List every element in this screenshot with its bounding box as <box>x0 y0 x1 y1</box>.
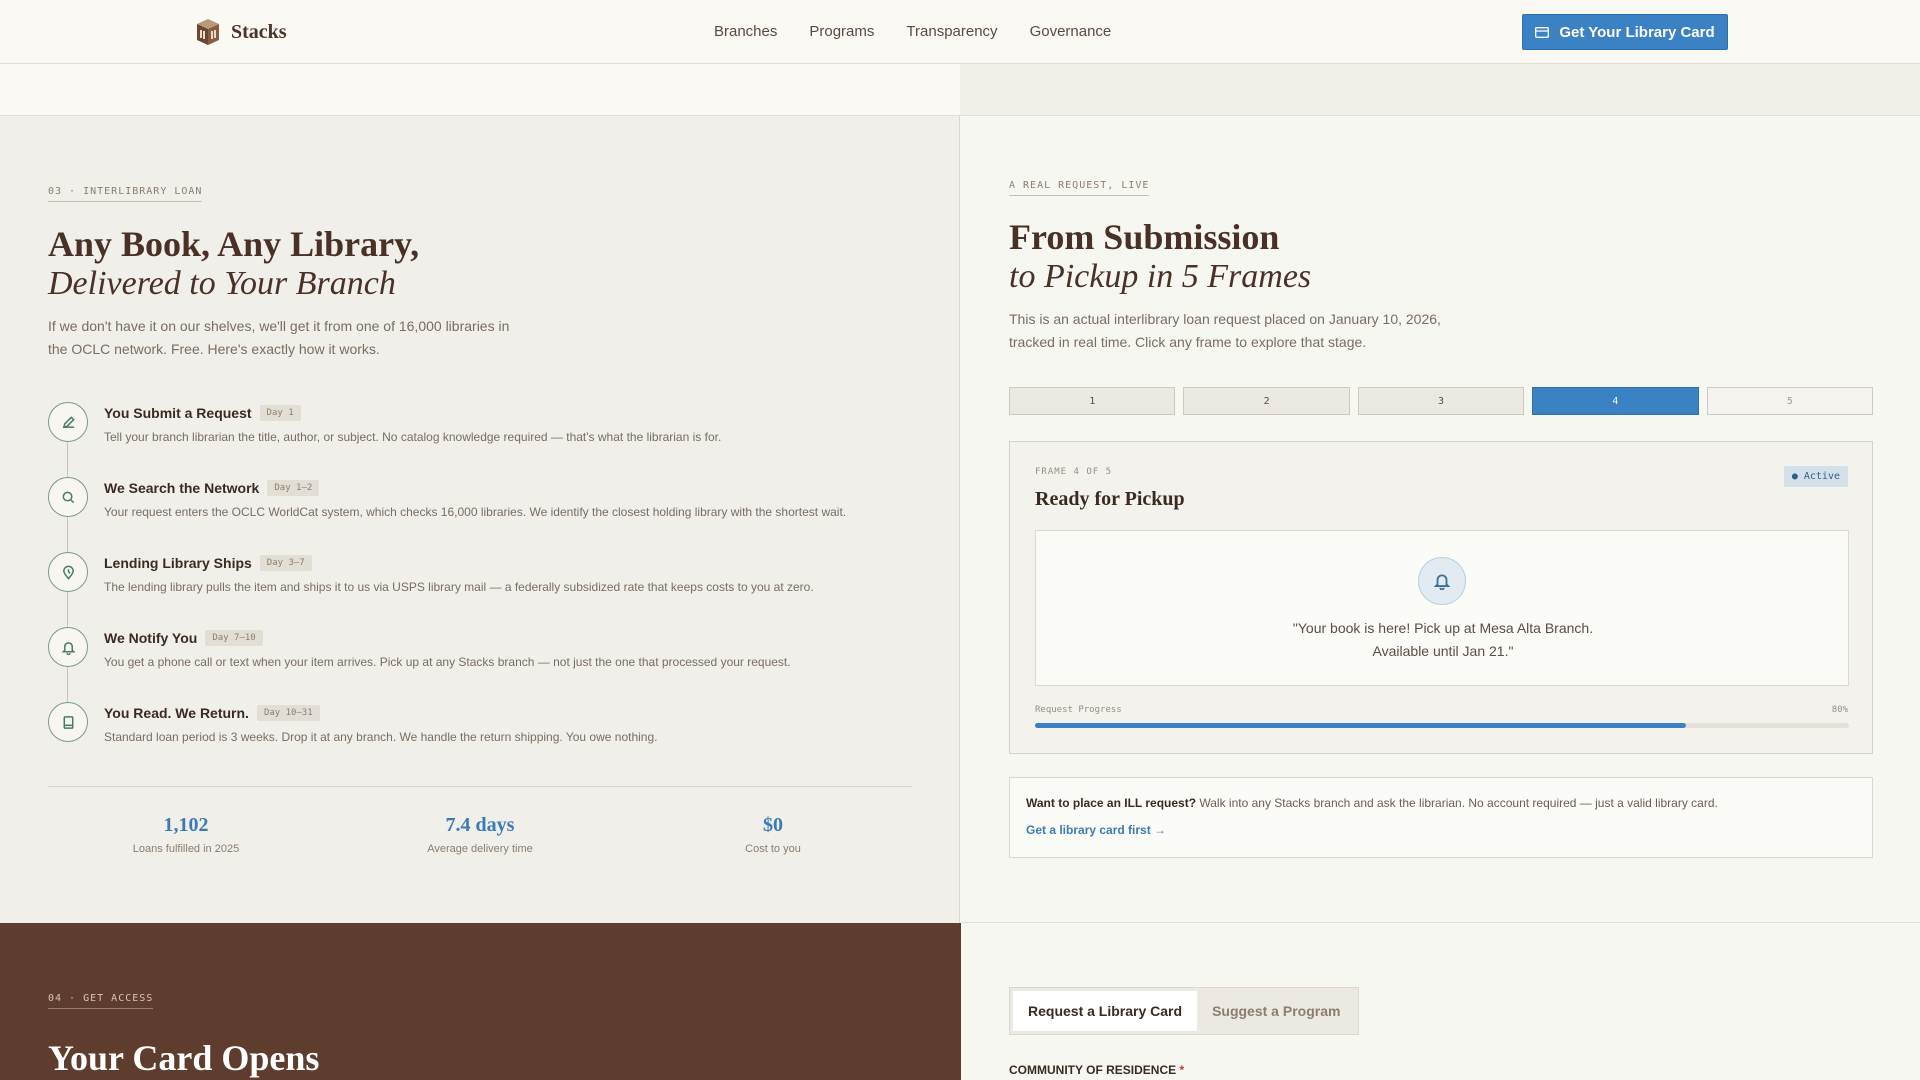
step-title: You Read. We Return. <box>104 705 249 721</box>
search-icon <box>48 477 88 517</box>
step-title: We Search the Network <box>104 480 260 496</box>
step-search-network: We Search the Network Day 1–2 Your reques… <box>48 477 908 552</box>
step-description: Your request enters the OCLC WorldCat sy… <box>104 505 847 519</box>
progress-fill <box>1035 723 1687 728</box>
section-eyebrow: A REAL REQUEST, LIVE <box>1009 180 1150 196</box>
step-title: You Submit a Request <box>104 405 252 421</box>
community-of-residence-label: COMMUNITY OF RESIDENCE * <box>1009 1063 1184 1077</box>
bell-icon <box>1418 557 1466 605</box>
section-subtitle: to Pickup in 5 Frames <box>1009 258 1312 295</box>
step-description: You get a phone call or text when your i… <box>104 655 791 669</box>
stat-value: 1,102 <box>163 814 209 836</box>
step-connector <box>67 442 68 477</box>
bell-icon <box>48 627 88 667</box>
step-description: Standard loan period is 3 weeks. Drop it… <box>104 730 658 744</box>
library-box-icon <box>197 19 219 45</box>
section-intro: This is an actual interlibrary loan requ… <box>1009 311 1441 350</box>
frame-button-5[interactable]: 5 <box>1706 387 1874 415</box>
stat-cost: $0 Cost to you <box>653 814 893 855</box>
nav-link-governance[interactable]: Governance <box>1030 23 1112 40</box>
interlibrary-loan-section: 03 · INTERLIBRARY LOAN Any Book, Any Lib… <box>0 116 960 923</box>
ill-request-info: Want to place an ILL request? Walk into … <box>1009 777 1873 858</box>
get-access-section: 04 · GET ACCESS Your Card Opens <box>0 923 961 1080</box>
ill-request-body: Walk into any Stacks branch and ask the … <box>1196 796 1718 810</box>
frame-button-1[interactable]: 1 <box>1009 387 1176 415</box>
step-description: The lending library pulls the item and s… <box>104 580 814 594</box>
frame-selector: 1 2 3 4 5 <box>1009 387 1874 415</box>
access-form-section: Request a Library Card Suggest a Program… <box>961 923 1920 1080</box>
ill-request-text: Want to place an ILL request? Walk into … <box>1026 796 1718 810</box>
section-eyebrow: 04 · GET ACCESS <box>48 993 154 1009</box>
nav-link-branches[interactable]: Branches <box>714 23 777 40</box>
stat-label: Loans fulfilled in 2025 <box>132 843 240 855</box>
tab-request-library-card[interactable]: Request a Library Card <box>1013 991 1198 1031</box>
request-tracker-section: A REAL REQUEST, LIVE From Submission to … <box>961 116 1920 923</box>
step-connector <box>67 517 68 552</box>
section-subtitle: Delivered to Your Branch <box>48 265 396 302</box>
section-title: Any Book, Any Library, <box>48 224 420 264</box>
frame-detail-card: FRAME 4 OF 5 Ready for Pickup ● Active "… <box>1009 441 1873 754</box>
field-label-text: COMMUNITY OF RESIDENCE <box>1009 1063 1177 1077</box>
form-tabs: Request a Library Card Suggest a Program <box>1009 987 1360 1035</box>
pencil-icon <box>48 402 88 442</box>
process-steps: You Submit a Request Day 1 Tell your bran… <box>48 402 908 777</box>
frame-counter: FRAME 4 OF 5 <box>1035 467 1113 477</box>
step-day-badge: Day 3–7 <box>259 555 312 571</box>
frame-button-4[interactable]: 4 <box>1532 387 1699 415</box>
tab-suggest-program[interactable]: Suggest a Program <box>1197 991 1355 1031</box>
section-intro: If we don't have it on our shelves, we'l… <box>48 318 510 357</box>
cta-label: Get Your Library Card <box>1559 23 1715 41</box>
stat-loans-fulfilled: 1,102 Loans fulfilled in 2025 <box>66 814 306 855</box>
step-day-badge: Day 1 <box>259 405 301 421</box>
nav-link-programs[interactable]: Programs <box>809 23 874 40</box>
stat-label: Cost to you <box>745 843 801 855</box>
progress-percent: 80% <box>1831 705 1848 715</box>
step-day-badge: Day 7–10 <box>205 630 263 646</box>
stat-value: $0 <box>763 814 783 836</box>
stat-value: 7.4 days <box>445 814 515 836</box>
step-title: We Notify You <box>104 630 198 646</box>
frame-title: Ready for Pickup <box>1035 488 1185 510</box>
brand-logo-link[interactable]: Stacks <box>195 17 287 47</box>
stat-delivery-time: 7.4 days Average delivery time <box>360 814 600 855</box>
step-day-badge: Day 1–2 <box>267 480 320 496</box>
main-nav: Branches Programs Transparency Governanc… <box>714 23 1111 40</box>
step-day-badge: Day 10–31 <box>256 705 320 721</box>
section-title: From Submission <box>1009 217 1280 257</box>
step-lending-library-ships: Lending Library Ships Day 3–7 The lending… <box>48 552 908 627</box>
section-divider-band <box>0 64 960 116</box>
notification-line-2: Available until Jan 21." <box>1372 643 1514 659</box>
step-description: Tell your branch librarian the title, au… <box>104 430 722 444</box>
notification-preview: "Your book is here! Pick up at Mesa Alta… <box>1035 530 1849 686</box>
step-title: Lending Library Ships <box>104 555 252 571</box>
frame-button-3[interactable]: 3 <box>1357 387 1525 415</box>
step-connector <box>67 592 68 627</box>
section-divider-band <box>960 64 1920 116</box>
get-library-card-link[interactable]: Get a library card first → <box>1026 823 1166 837</box>
card-icon <box>1535 26 1550 38</box>
notification-line-1: "Your book is here! Pick up at Mesa Alta… <box>1292 620 1594 636</box>
progress-bar <box>1035 723 1849 728</box>
brand-name: Stacks <box>231 20 287 43</box>
step-notify-you: We Notify You Day 7–10 You get a phone ca… <box>48 627 908 702</box>
frame-button-2[interactable]: 2 <box>1183 387 1350 415</box>
stats-divider <box>48 786 912 787</box>
step-read-return: You Read. We Return. Day 10–31 Standard l… <box>48 702 908 777</box>
notification-message: "Your book is here! Pick up at Mesa Alta… <box>1036 617 1850 663</box>
status-badge: ● Active <box>1783 466 1848 487</box>
progress-label: Request Progress <box>1035 705 1122 715</box>
book-icon <box>48 702 88 742</box>
top-navigation-bar: Stacks Branches Programs Transparency Go… <box>0 0 1920 64</box>
section-title: Your Card Opens <box>48 1038 320 1078</box>
nav-link-transparency[interactable]: Transparency <box>906 23 997 40</box>
required-marker: * <box>1179 1063 1185 1077</box>
location-pin-icon <box>48 552 88 592</box>
step-connector <box>67 667 68 702</box>
ill-request-lead: Want to place an ILL request? <box>1026 796 1197 810</box>
get-library-card-button[interactable]: Get Your Library Card <box>1522 14 1728 50</box>
stat-label: Average delivery time <box>427 843 533 855</box>
section-eyebrow: 03 · INTERLIBRARY LOAN <box>48 186 203 202</box>
step-submit-request: You Submit a Request Day 1 Tell your bran… <box>48 402 908 477</box>
